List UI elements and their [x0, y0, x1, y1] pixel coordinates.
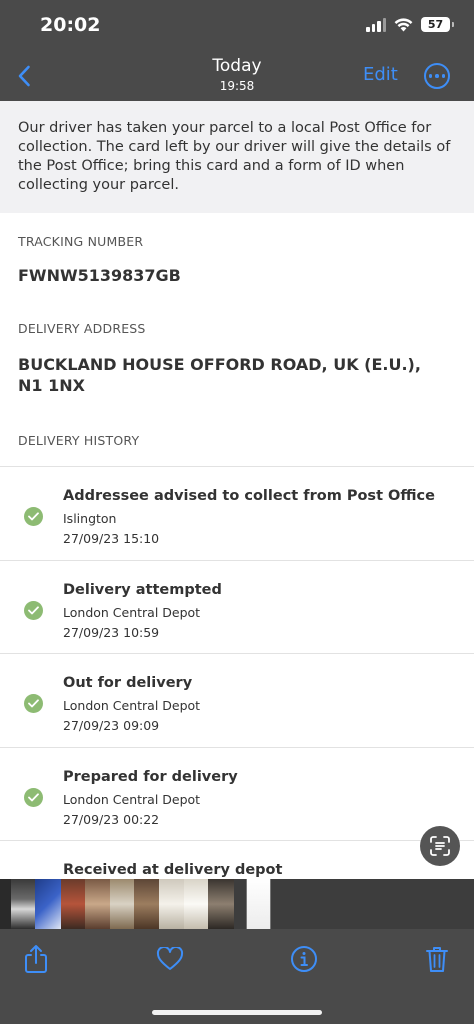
- check-icon: [24, 507, 43, 526]
- thumbnail[interactable]: [159, 879, 184, 929]
- more-button[interactable]: [424, 63, 450, 89]
- history-item: Delivery attempted London Central Depot …: [0, 559, 474, 654]
- live-text-button[interactable]: [420, 826, 460, 866]
- history-location: London Central Depot: [63, 791, 201, 807]
- collection-notice: Our driver has taken your parcel to a lo…: [0, 101, 474, 213]
- info-button[interactable]: [288, 943, 320, 975]
- nav-title: Today: [212, 56, 262, 76]
- thumbnail[interactable]: [85, 879, 110, 929]
- thumbnail[interactable]: [35, 879, 61, 929]
- address-label: DELIVERY ADDRESS: [18, 321, 146, 336]
- history-item: Prepared for delivery London Central Dep…: [0, 746, 474, 841]
- top-bar: 20:02 57 Today 19:58 Edit: [0, 0, 474, 101]
- thumbnail[interactable]: [11, 879, 35, 929]
- tracking-number: FWNW5139837GB: [18, 266, 181, 285]
- ellipsis-circle-icon: [428, 74, 433, 78]
- live-text-icon: [430, 836, 450, 856]
- thumbnail-strip[interactable]: [0, 879, 474, 929]
- history-location: London Central Depot: [63, 604, 201, 620]
- share-button[interactable]: [20, 943, 52, 975]
- edit-button[interactable]: Edit: [363, 64, 398, 85]
- battery-indicator: 57: [421, 17, 454, 32]
- home-indicator: [152, 1010, 322, 1015]
- thumbnail[interactable]: [134, 879, 159, 929]
- cellular-signal-icon: [366, 17, 386, 32]
- history-location: London Central Depot: [63, 698, 201, 713]
- history-title: Addressee advised to collect from Post O…: [63, 488, 435, 504]
- check-icon: [24, 787, 43, 807]
- history-time: 27/09/23 10:59: [63, 624, 160, 640]
- history-item: Received at delivery depot: [0, 840, 474, 879]
- screenshot-content: Our driver has taken your parcel to a lo…: [0, 101, 474, 879]
- info-icon: [291, 946, 317, 972]
- wifi-icon: [394, 17, 413, 31]
- status-icons: 57: [366, 17, 454, 32]
- history-time: 27/09/23 09:09: [63, 718, 160, 733]
- favorite-button[interactable]: [154, 943, 186, 975]
- history-label: DELIVERY HISTORY: [18, 433, 140, 448]
- tracking-label: TRACKING NUMBER: [18, 234, 144, 249]
- history-item: Addressee advised to collect from Post O…: [0, 466, 474, 560]
- thumbnail[interactable]: [208, 879, 234, 929]
- bottom-toolbar: [0, 929, 474, 1024]
- trash-icon: [426, 947, 448, 972]
- thumbnail[interactable]: [61, 879, 85, 929]
- status-time: 20:02: [40, 14, 101, 36]
- thumbnail[interactable]: [0, 879, 11, 929]
- delete-button[interactable]: [421, 943, 453, 975]
- history-time: 27/09/23 00:22: [63, 811, 160, 827]
- history-title: Prepared for delivery: [63, 768, 238, 785]
- history-title: Delivery attempted: [63, 581, 222, 598]
- nav-subtitle: 19:58: [219, 79, 255, 93]
- history-time: 27/09/23 15:10: [63, 531, 160, 546]
- heart-icon: [156, 947, 184, 970]
- history-location: Islington: [63, 511, 117, 526]
- thumbnail[interactable]: [234, 879, 246, 929]
- check-icon: [24, 694, 43, 713]
- history-list: Addressee advised to collect from Post O…: [0, 466, 474, 879]
- thumbnail-selected[interactable]: [246, 879, 271, 929]
- history-title: Received at delivery depot: [63, 862, 283, 878]
- check-icon: [24, 600, 43, 620]
- thumbnail[interactable]: [184, 879, 208, 929]
- history-item: Out for delivery London Central Depot 27…: [0, 653, 474, 747]
- share-icon: [25, 945, 47, 973]
- delivery-address: BUCKLAND HOUSE OFFORD ROAD, UK (E.U.), N…: [18, 355, 421, 395]
- history-title: Out for delivery: [63, 675, 193, 691]
- thumbnail[interactable]: [110, 879, 134, 929]
